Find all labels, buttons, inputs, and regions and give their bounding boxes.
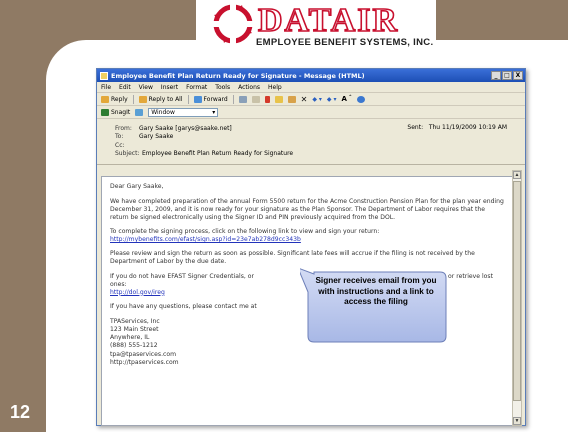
callout-text: Signer receives email from you with inst…	[315, 276, 437, 306]
flag-icon[interactable]	[264, 95, 270, 103]
copy-icon[interactable]	[251, 95, 260, 103]
snagit-toolbar: SnagIt Window ▾	[97, 106, 525, 119]
reply-all-icon	[138, 95, 147, 103]
sent-label: Sent:	[407, 124, 424, 131]
from-label: From:	[115, 124, 132, 132]
menu-bar: File Edit View Insert Format Tools Actio…	[97, 82, 525, 93]
email-paragraph-1: We have completed preparation of the ann…	[110, 197, 504, 221]
minimize-button[interactable]: _	[491, 71, 501, 80]
message-toolbar: Reply Reply to All Forward ✕ ◆ ▾ ◆ ▾ Aˆ	[97, 93, 525, 106]
reply-icon	[101, 95, 109, 103]
snagit-icon	[101, 108, 109, 116]
snagit-capture-icon[interactable]	[135, 108, 144, 116]
dol-registration-link[interactable]: http://dol.gov/ireg	[110, 289, 165, 296]
window-dropdown[interactable]: Window ▾	[148, 107, 219, 117]
address-book-icon[interactable]	[287, 95, 296, 103]
signature-line: http://tpaservices.com	[110, 358, 179, 366]
sent-value: Thu 11/19/2009 10:19 AM	[428, 124, 507, 131]
email-paragraph-2: To complete the signing process, click o…	[110, 228, 380, 235]
folder-icon[interactable]	[274, 95, 283, 103]
previous-item-button[interactable]: ◆ ▾	[312, 96, 322, 103]
toolbar-separator	[187, 94, 189, 104]
menu-view[interactable]: View	[139, 84, 153, 91]
forward-icon	[193, 95, 202, 103]
menu-insert[interactable]: Insert	[161, 84, 178, 91]
window-titlebar[interactable]: Employee Benefit Plan Return Ready for S…	[97, 69, 525, 82]
reply-all-button[interactable]: Reply to All	[138, 95, 183, 103]
email-paragraph-4-start: If you do not have EFAST Signer Credenti…	[110, 272, 254, 280]
company-subtitle: EMPLOYEE BENEFIT SYSTEMS, INC.	[256, 37, 434, 48]
scroll-thumb[interactable]	[513, 181, 521, 401]
scroll-down-button[interactable]: ▼	[513, 417, 521, 425]
subject-value: Employee Benefit Plan Return Ready for S…	[142, 150, 294, 158]
to-label: To:	[115, 133, 124, 141]
forward-button[interactable]: Forward	[193, 95, 228, 103]
signature-line: Anywhere, IL	[110, 334, 150, 342]
toolbar-separator	[132, 94, 134, 104]
slide-number: 12	[10, 402, 31, 422]
from-value[interactable]: Gary Saake [garys@saake.net]	[139, 125, 232, 132]
menu-format[interactable]: Format	[186, 84, 207, 91]
menu-edit[interactable]: Edit	[119, 84, 131, 91]
sent-timestamp: Sent: Thu 11/19/2009 10:19 AM	[407, 124, 507, 131]
toolbar-separator	[232, 94, 234, 104]
signature-line: (888) 555-1212	[110, 342, 158, 350]
snagit-button[interactable]: SnagIt	[101, 108, 130, 116]
delete-button[interactable]: ✕	[301, 95, 308, 104]
next-item-button[interactable]: ◆ ▾	[327, 96, 337, 103]
signature-line: 123 Main Street	[110, 325, 159, 333]
to-value[interactable]: Gary Saake	[139, 133, 173, 140]
sign-return-link[interactable]: http://mybenefits.com/efast/sign.asp?id=…	[110, 236, 301, 243]
window-title: Employee Benefit Plan Return Ready for S…	[111, 71, 365, 80]
menu-tools[interactable]: Tools	[215, 84, 230, 91]
reply-button[interactable]: Reply	[101, 95, 128, 103]
datair-wordmark: DATAIR	[257, 3, 399, 35]
chevron-down-icon: ▾	[212, 108, 216, 116]
menu-actions[interactable]: Actions	[238, 84, 260, 91]
print-icon[interactable]	[238, 95, 247, 103]
help-icon[interactable]	[356, 95, 365, 103]
maximize-button[interactable]: □	[502, 71, 512, 80]
menu-help[interactable]: Help	[268, 84, 282, 91]
signature-line: tpa@tpaservices.com	[110, 350, 177, 358]
scroll-up-button[interactable]: ▲	[513, 171, 521, 179]
vertical-scrollbar[interactable]: ▲ ▼	[512, 170, 522, 426]
message-headers: From: Gary Saake [garys@saake.net] To: Gar…	[97, 119, 525, 165]
svg-text:DATAIR: DATAIR	[258, 3, 399, 35]
datair-logo-mark-icon	[212, 3, 254, 45]
message-icon	[100, 71, 108, 80]
menu-file[interactable]: File	[101, 84, 111, 91]
close-button[interactable]: X	[513, 71, 523, 80]
signature-line: TPAServices, Inc	[110, 317, 160, 325]
subject-label: Subject:	[115, 150, 140, 158]
font-size-button[interactable]: Aˆ	[341, 95, 351, 103]
email-greeting: Dear Gary Saake,	[110, 183, 164, 190]
cc-label: Cc:	[115, 141, 125, 149]
